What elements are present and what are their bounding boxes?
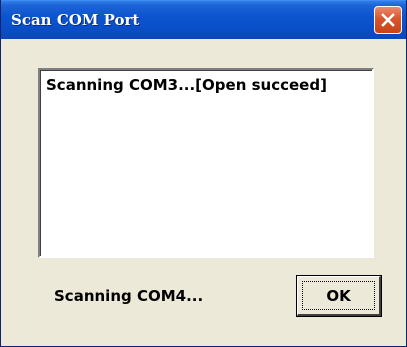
close-icon	[380, 12, 396, 28]
status-text: Scanning COM4...	[54, 287, 204, 305]
ok-button[interactable]: OK	[297, 276, 381, 316]
scan-log-list[interactable]: Scanning COM3...[Open succeed]	[38, 68, 374, 258]
close-button[interactable]	[374, 6, 402, 34]
ok-button-label: OK	[326, 286, 351, 305]
log-line: Scanning COM3...[Open succeed]	[46, 76, 327, 94]
title-bar[interactable]: Scan COM Port	[1, 0, 406, 39]
window-title: Scan COM Port	[11, 11, 140, 29]
scan-com-port-dialog: Scan COM Port Scanning COM3...[Open succ…	[0, 0, 407, 347]
